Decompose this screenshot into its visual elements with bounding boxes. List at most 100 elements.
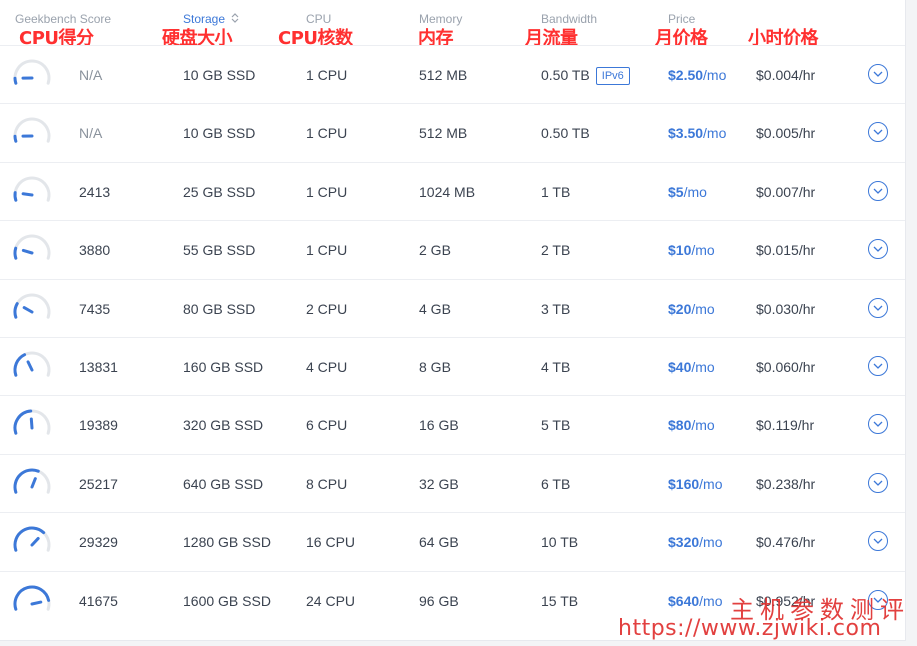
bandwidth-value: 1 TB xyxy=(541,183,571,200)
gauge-fill xyxy=(13,246,18,260)
gauge-track xyxy=(13,293,51,319)
cpu-value: 1 CPU xyxy=(306,67,348,83)
gauge-track xyxy=(13,176,51,202)
memory-value: 512 MB xyxy=(419,125,468,142)
bandwidth-value: 4 TB xyxy=(541,359,571,375)
gauge-needle xyxy=(30,600,43,606)
score-gauge-icon xyxy=(13,468,51,494)
table-row[interactable]: N/A 10 GB SSD 1 CPU 512 MB 0.50 TB $3.50/mo $0… xyxy=(0,103,905,162)
price-amount: $10 xyxy=(668,242,692,259)
score-gauge-icon xyxy=(13,351,51,377)
memory-value: 4 GB xyxy=(419,300,451,317)
price-amount: $3.50 xyxy=(668,125,704,142)
cpu-value: 8 CPU xyxy=(306,475,348,492)
price-amount: $5 xyxy=(668,183,684,200)
score-gauge-icon xyxy=(13,176,51,202)
hourly-price: $0.238/hr xyxy=(756,475,816,492)
memory-value: 96 GB xyxy=(419,592,459,609)
bandwidth-value: 0.50 TB xyxy=(541,67,590,83)
monthly-price: $5/mo xyxy=(668,184,707,200)
gauge-fill xyxy=(13,76,18,85)
bandwidth-cell: 0.50 TB IPv6 xyxy=(541,67,630,85)
monthly-price: $80/mo xyxy=(668,417,715,433)
storage-value: 160 GB SSD xyxy=(183,359,264,375)
bandwidth-value: 0.50 TB xyxy=(541,125,590,142)
hourly-price: $0.030/hr xyxy=(756,300,816,317)
expand-row-button[interactable] xyxy=(868,531,888,552)
score-gauge-icon xyxy=(13,526,51,552)
score-gauge-icon xyxy=(13,234,51,260)
monthly-price: $10/mo xyxy=(668,242,715,258)
table-row[interactable]: 2413 25 GB SSD 1 CPU 1024 MB 1 TB $5/mo $0.007… xyxy=(0,161,905,221)
storage-value: 80 GB SSD xyxy=(183,300,256,317)
expand-row-button[interactable] xyxy=(868,180,888,201)
monthly-price: $2.50/mo xyxy=(668,67,726,83)
memory-value: 1024 MB xyxy=(419,183,476,200)
storage-value: 640 GB SSD xyxy=(183,475,264,492)
expand-row-button[interactable] xyxy=(868,472,888,493)
table-row[interactable]: 29329 1280 GB SSD 16 CPU 64 GB 10 TB $320/mo $… xyxy=(0,512,905,571)
score-gauge-icon xyxy=(13,409,51,436)
table-row[interactable]: 25217 640 GB SSD 8 CPU 32 GB 6 TB $160/mo $0.2… xyxy=(0,453,905,513)
expand-row-button[interactable] xyxy=(868,239,888,260)
price-amount: $20 xyxy=(668,300,692,317)
table-row[interactable]: 13831 160 GB SSD 4 CPU 8 GB 4 TB $40/mo $0.060… xyxy=(0,337,905,396)
chevron-down-icon xyxy=(873,129,883,136)
table-row[interactable]: 3880 55 GB SSD 1 CPU 2 GB 2 TB $10/mo $0.015/h… xyxy=(0,220,905,279)
storage-value: 25 GB SSD xyxy=(183,183,256,200)
hourly-price: $0.952/hr xyxy=(756,592,816,609)
chevron-down-icon xyxy=(873,188,883,194)
storage-value: 320 GB SSD xyxy=(183,417,264,434)
bandwidth-value: 2 TB xyxy=(541,242,571,259)
cpu-value: 1 CPU xyxy=(306,242,348,259)
storage-value: 1280 GB SSD xyxy=(183,534,271,551)
expand-row-button[interactable] xyxy=(868,589,888,610)
price-amount: $320 xyxy=(668,534,700,551)
bandwidth-cell: 2 TB xyxy=(541,242,570,258)
gauge-track xyxy=(13,117,51,144)
price-unit: /mo xyxy=(691,242,715,259)
storage-value: 1600 GB SSD xyxy=(183,592,271,609)
gauge-fill xyxy=(13,301,19,319)
price-amount: $640 xyxy=(668,592,700,609)
table-row[interactable]: 41675 1600 GB SSD 24 CPU 96 GB 15 TB $640/mo $… xyxy=(0,570,905,630)
price-unit: /mo xyxy=(703,67,727,83)
table-row[interactable]: N/A 10 GB SSD 1 CPU 512 MB 0.50 TB IPv6 $2.50/… xyxy=(0,45,905,104)
hourly-price: $0.015/hr xyxy=(756,242,816,259)
expand-row-button[interactable] xyxy=(868,414,888,435)
score-value: N/A xyxy=(79,67,103,83)
bandwidth-cell: 1 TB xyxy=(541,184,570,200)
gauge-needle xyxy=(30,537,40,547)
cpu-value: 4 CPU xyxy=(306,359,348,375)
bandwidth-value: 10 TB xyxy=(541,534,579,551)
table-row[interactable]: 19389 320 GB SSD 6 CPU 16 GB 5 TB $80/mo $0.11… xyxy=(0,395,905,454)
cpu-value: 1 CPU xyxy=(306,125,348,142)
price-amount: $40 xyxy=(668,359,692,375)
price-unit: /mo xyxy=(699,534,723,551)
gauge-needle xyxy=(29,417,34,430)
bandwidth-cell: 5 TB xyxy=(541,417,570,433)
table-row[interactable]: 7435 80 GB SSD 2 CPU 4 GB 3 TB $20/mo $0.030/h… xyxy=(0,278,905,338)
bandwidth-cell: 0.50 TB xyxy=(541,125,590,141)
score-gauge-icon xyxy=(13,117,51,144)
chevron-down-icon xyxy=(873,305,883,311)
bandwidth-value: 3 TB xyxy=(541,300,571,317)
bandwidth-cell: 3 TB xyxy=(541,301,570,317)
expand-row-button[interactable] xyxy=(868,64,888,84)
sort-icon[interactable] xyxy=(230,12,240,24)
memory-value: 2 GB xyxy=(419,242,451,259)
expand-row-button[interactable] xyxy=(868,122,888,143)
chevron-down-icon xyxy=(873,363,883,369)
memory-value: 32 GB xyxy=(419,475,459,492)
hourly-price: $0.004/hr xyxy=(756,67,816,83)
cpu-value: 16 CPU xyxy=(306,534,356,551)
price-unit: /mo xyxy=(703,125,727,142)
hourly-price: $0.007/hr xyxy=(756,183,816,200)
chevron-down-icon xyxy=(873,597,883,603)
monthly-price: $20/mo xyxy=(668,301,715,317)
bandwidth-cell: 4 TB xyxy=(541,359,570,375)
expand-row-button[interactable] xyxy=(868,297,888,318)
expand-row-button[interactable] xyxy=(868,356,888,376)
memory-value: 64 GB xyxy=(419,534,459,551)
gauge-track xyxy=(13,59,51,85)
